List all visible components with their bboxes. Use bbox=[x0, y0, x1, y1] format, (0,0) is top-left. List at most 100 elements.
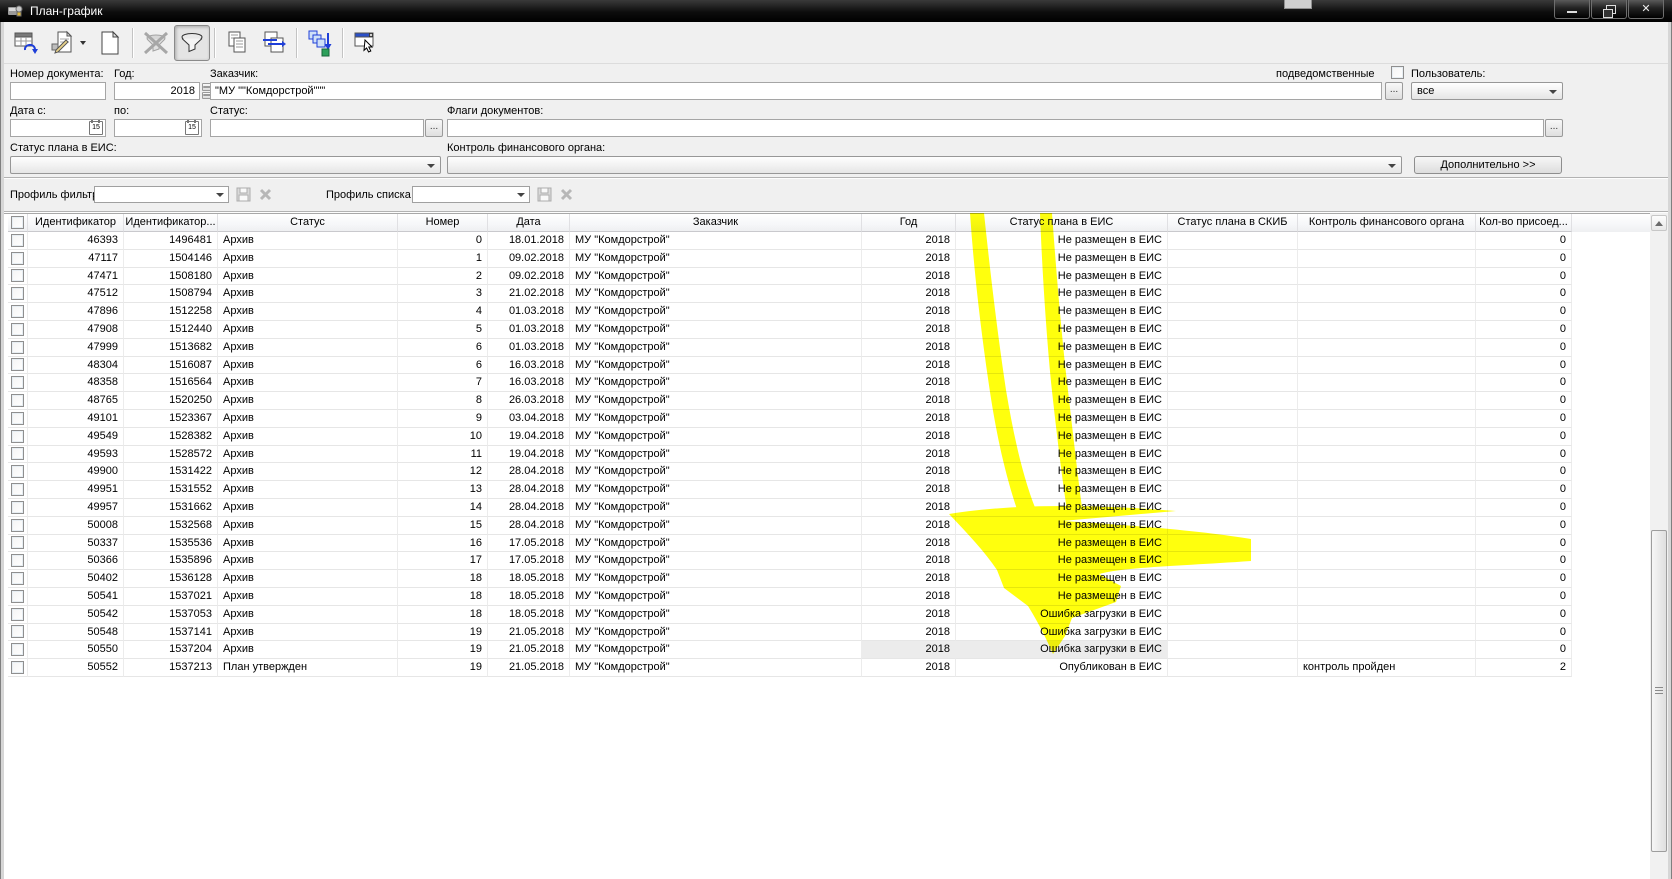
row-select-cell[interactable] bbox=[8, 232, 28, 250]
restore-button[interactable] bbox=[1591, 0, 1627, 19]
table-row[interactable]: 471171504146Архив109.02.2018МУ "Комдорст… bbox=[8, 250, 1650, 268]
row-checkbox[interactable] bbox=[11, 625, 24, 638]
row-checkbox[interactable] bbox=[11, 447, 24, 460]
row-select-cell[interactable] bbox=[8, 659, 28, 677]
edit-dropdown-caret-icon[interactable] bbox=[80, 41, 86, 45]
close-button[interactable]: ✕ bbox=[1628, 0, 1664, 19]
row-checkbox[interactable] bbox=[11, 234, 24, 247]
doc-number-input[interactable] bbox=[10, 82, 106, 100]
row-checkbox[interactable] bbox=[11, 590, 24, 603]
doc-flags-input[interactable] bbox=[447, 119, 1544, 137]
row-checkbox[interactable] bbox=[11, 430, 24, 443]
save-filter-profile-icon[interactable] bbox=[236, 187, 251, 202]
row-checkbox[interactable] bbox=[11, 465, 24, 478]
table-row[interactable]: 463931496481Архив018.01.2018МУ "Комдорст… bbox=[8, 232, 1650, 250]
column-header[interactable]: Кол-во присоед... bbox=[1476, 214, 1572, 232]
table-row[interactable]: 505421537053Архив1818.05.2018МУ "Комдорс… bbox=[8, 606, 1650, 624]
row-select-cell[interactable] bbox=[8, 606, 28, 624]
table-row[interactable]: 505481537141Архив1921.05.2018МУ "Комдорс… bbox=[8, 624, 1650, 642]
row-checkbox[interactable] bbox=[11, 305, 24, 318]
row-select-cell[interactable] bbox=[8, 392, 28, 410]
row-select-cell[interactable] bbox=[8, 624, 28, 642]
refresh-view-button[interactable] bbox=[8, 25, 44, 61]
table-row[interactable]: 495491528382Архив1019.04.2018МУ "Комдорс… bbox=[8, 428, 1650, 446]
column-header[interactable]: Номер bbox=[398, 214, 488, 232]
row-select-cell[interactable] bbox=[8, 641, 28, 659]
column-header[interactable]: Дата bbox=[488, 214, 570, 232]
select-all-checkbox[interactable] bbox=[11, 216, 24, 229]
table-row[interactable]: 505411537021Архив1818.05.2018МУ "Комдорс… bbox=[8, 588, 1650, 606]
user-combobox[interactable]: все bbox=[1411, 82, 1563, 100]
row-checkbox[interactable] bbox=[11, 536, 24, 549]
row-checkbox[interactable] bbox=[11, 608, 24, 621]
fin-control-combobox[interactable] bbox=[447, 156, 1402, 174]
sort-transfer-button[interactable] bbox=[302, 25, 338, 61]
table-row[interactable]: 505501537204Архив1921.05.2018МУ "Комдорс… bbox=[8, 641, 1650, 659]
scroll-up-button[interactable] bbox=[1651, 215, 1667, 231]
row-select-cell[interactable] bbox=[8, 588, 28, 606]
row-select-cell[interactable] bbox=[8, 552, 28, 570]
row-checkbox[interactable] bbox=[11, 323, 24, 336]
year-input[interactable] bbox=[114, 82, 200, 100]
save-list-profile-icon[interactable] bbox=[537, 187, 552, 202]
row-select-cell[interactable] bbox=[8, 339, 28, 357]
row-checkbox[interactable] bbox=[11, 394, 24, 407]
row-select-cell[interactable] bbox=[8, 250, 28, 268]
row-checkbox[interactable] bbox=[11, 554, 24, 567]
doc-flags-picker-button[interactable]: ... bbox=[1545, 119, 1563, 137]
clear-filter-button[interactable] bbox=[138, 25, 174, 61]
table-row[interactable]: 505521537213План утвержден1921.05.2018МУ… bbox=[8, 659, 1650, 677]
table-row[interactable]: 483581516564Архив716.03.2018МУ "Комдорст… bbox=[8, 374, 1650, 392]
row-select-cell[interactable] bbox=[8, 446, 28, 464]
column-header[interactable]: Идентификатор... bbox=[124, 214, 218, 232]
row-select-cell[interactable] bbox=[8, 374, 28, 392]
row-select-cell[interactable] bbox=[8, 303, 28, 321]
row-select-cell[interactable] bbox=[8, 321, 28, 339]
edit-document-button[interactable] bbox=[44, 25, 92, 61]
table-row[interactable]: 499001531422Архив1228.04.2018МУ "Комдорс… bbox=[8, 463, 1650, 481]
row-select-cell[interactable] bbox=[8, 285, 28, 303]
table-row[interactable]: 495931528572Архив1119.04.2018МУ "Комдорс… bbox=[8, 446, 1650, 464]
table-row[interactable]: 503371535536Архив1617.05.2018МУ "Комдорс… bbox=[8, 535, 1650, 553]
column-header[interactable]: Контроль финансового органа bbox=[1298, 214, 1476, 232]
subordinate-checkbox[interactable] bbox=[1391, 66, 1404, 79]
table-row[interactable]: 504021536128Архив1818.05.2018МУ "Комдорс… bbox=[8, 570, 1650, 588]
row-checkbox[interactable] bbox=[11, 572, 24, 585]
row-select-cell[interactable] bbox=[8, 481, 28, 499]
row-checkbox[interactable] bbox=[11, 643, 24, 656]
row-checkbox[interactable] bbox=[11, 376, 24, 389]
scrollbar-thumb[interactable] bbox=[1651, 530, 1667, 852]
delete-list-profile-icon[interactable] bbox=[559, 187, 574, 202]
row-select-cell[interactable] bbox=[8, 535, 28, 553]
delete-filter-profile-icon[interactable] bbox=[258, 187, 273, 202]
table-row[interactable]: 479081512440Архив501.03.2018МУ "Комдорст… bbox=[8, 321, 1650, 339]
row-select-cell[interactable] bbox=[8, 357, 28, 375]
list-profile-combobox[interactable] bbox=[412, 186, 530, 203]
filter-profile-combobox[interactable] bbox=[94, 186, 229, 203]
row-select-cell[interactable] bbox=[8, 268, 28, 286]
date-to-calendar-icon[interactable]: 15 bbox=[185, 121, 199, 135]
table-row[interactable]: 491011523367Архив903.04.2018МУ "Комдорст… bbox=[8, 410, 1650, 428]
row-checkbox[interactable] bbox=[11, 412, 24, 425]
row-select-cell[interactable] bbox=[8, 570, 28, 588]
row-checkbox[interactable] bbox=[11, 341, 24, 354]
minimize-button[interactable] bbox=[1554, 0, 1590, 19]
filter-button[interactable] bbox=[174, 25, 210, 61]
close-form-button[interactable] bbox=[348, 25, 384, 61]
eis-plan-status-combobox[interactable] bbox=[10, 156, 441, 174]
table-row[interactable]: 499571531662Архив1428.04.2018МУ "Комдорс… bbox=[8, 499, 1650, 517]
row-select-cell[interactable] bbox=[8, 428, 28, 446]
date-from-calendar-icon[interactable]: 15 bbox=[89, 121, 103, 135]
column-header[interactable]: Статус плана в СКИБ bbox=[1168, 214, 1298, 232]
copy-button[interactable] bbox=[220, 25, 256, 61]
vertical-scrollbar[interactable] bbox=[1650, 213, 1668, 879]
table-row[interactable]: 474711508180Архив209.02.2018МУ "Комдорст… bbox=[8, 268, 1650, 286]
status-input[interactable] bbox=[210, 119, 424, 137]
row-checkbox[interactable] bbox=[11, 252, 24, 265]
row-checkbox[interactable] bbox=[11, 519, 24, 532]
customer-picker-button[interactable]: ... bbox=[1385, 82, 1403, 100]
customer-input[interactable] bbox=[210, 82, 1382, 100]
row-checkbox[interactable] bbox=[11, 358, 24, 371]
table-row[interactable]: 503661535896Архив1717.05.2018МУ "Комдорс… bbox=[8, 552, 1650, 570]
row-checkbox[interactable] bbox=[11, 501, 24, 514]
